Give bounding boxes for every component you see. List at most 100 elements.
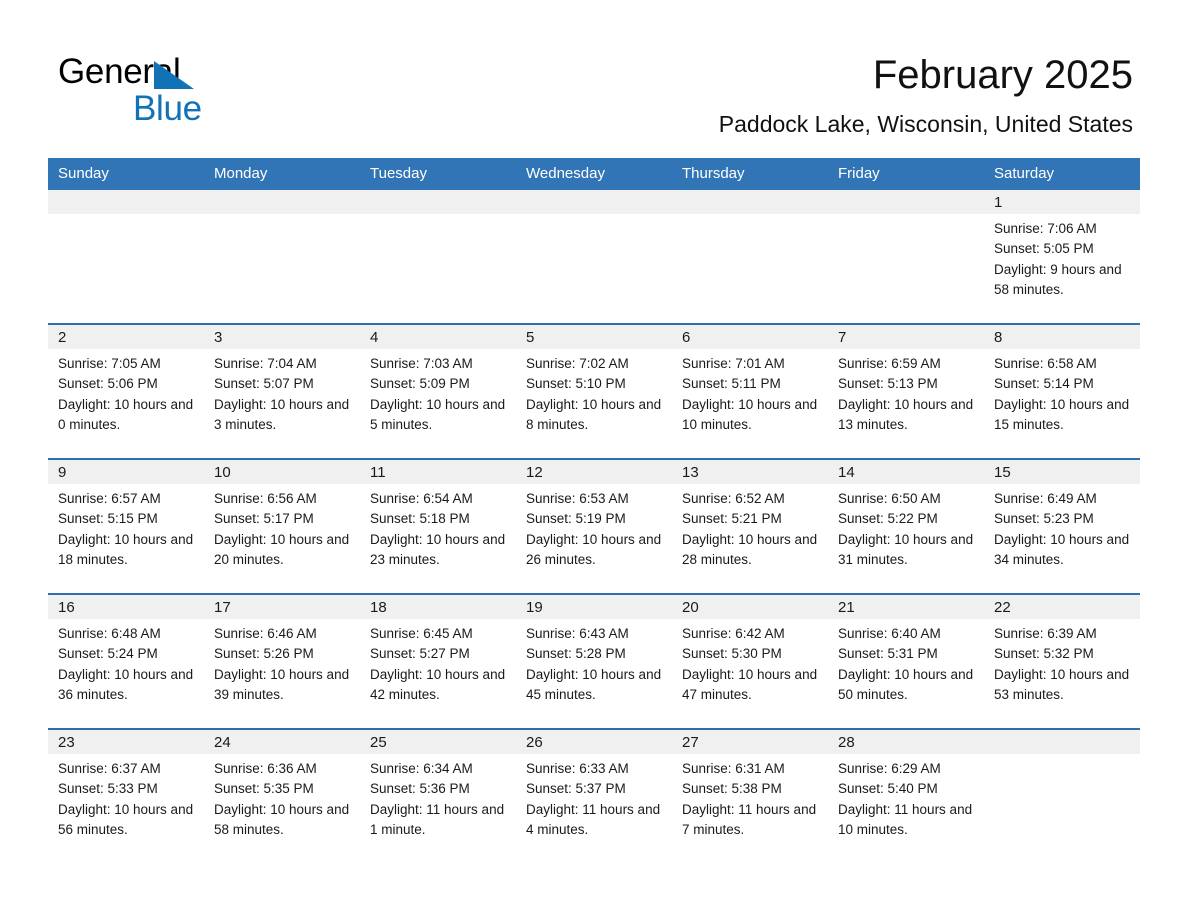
day-cell[interactable] — [48, 190, 204, 324]
calendar-week-row: 23 Sunrise: 6:37 AM Sunset: 5:33 PM Dayligh… — [48, 728, 1140, 863]
daylight-text: Daylight: 10 hours and 50 minutes. — [838, 666, 974, 703]
day-cell[interactable] — [516, 190, 672, 324]
day-cell[interactable]: 20 Sunrise: 6:42 AM Sunset: 5:30 PM Dayligh… — [672, 593, 828, 729]
day-number: 13 — [682, 464, 699, 481]
day-cell[interactable]: 25 Sunrise: 6:34 AM Sunset: 5:36 PM Dayligh… — [360, 728, 516, 863]
day-number: 16 — [58, 599, 75, 616]
sunset-text: Sunset: 5:40 PM — [838, 781, 938, 797]
daylight-text: Daylight: 11 hours and 10 minutes. — [838, 801, 973, 838]
sunset-text: Sunset: 5:38 PM — [682, 781, 782, 797]
sunrise-text: Sunrise: 7:03 AM — [370, 356, 473, 371]
sunset-text: Sunset: 5:30 PM — [682, 646, 782, 662]
sunrise-text: Sunrise: 6:36 AM — [214, 761, 317, 776]
day-cell[interactable]: 15 Sunrise: 6:49 AM Sunset: 5:23 PM Dayligh… — [984, 458, 1140, 594]
sunset-text: Sunset: 5:23 PM — [994, 511, 1094, 527]
day-cell[interactable]: 22 Sunrise: 6:39 AM Sunset: 5:32 PM Dayligh… — [984, 593, 1140, 729]
daylight-text: Daylight: 9 hours and 58 minutes. — [994, 261, 1122, 298]
sunrise-text: Sunrise: 6:40 AM — [838, 626, 941, 641]
day-cell[interactable]: 10 Sunrise: 6:56 AM Sunset: 5:17 PM Dayligh… — [204, 458, 360, 594]
day-number: 6 — [682, 329, 691, 346]
day-cell[interactable]: 17 Sunrise: 6:46 AM Sunset: 5:26 PM Dayligh… — [204, 593, 360, 729]
sunrise-text: Sunrise: 6:59 AM — [838, 356, 941, 371]
sunrise-text: Sunrise: 6:48 AM — [58, 626, 161, 641]
day-number: 12 — [526, 464, 543, 481]
sunset-text: Sunset: 5:31 PM — [838, 646, 938, 662]
weekday-header-friday: Friday — [828, 158, 984, 190]
sunset-text: Sunset: 5:06 PM — [58, 376, 158, 392]
day-number: 24 — [214, 734, 231, 751]
day-cell[interactable] — [672, 190, 828, 324]
day-number: 15 — [994, 464, 1011, 481]
sunset-text: Sunset: 5:14 PM — [994, 376, 1094, 392]
day-cell[interactable]: 12 Sunrise: 6:53 AM Sunset: 5:19 PM Dayligh… — [516, 458, 672, 594]
daylight-text: Daylight: 10 hours and 20 minutes. — [214, 531, 350, 568]
daylight-text: Daylight: 10 hours and 26 minutes. — [526, 531, 662, 568]
weekday-header-saturday: Saturday — [984, 158, 1140, 190]
title-block: February 2025 Paddock Lake, Wisconsin, U… — [719, 50, 1133, 140]
day-number: 7 — [838, 329, 847, 346]
day-cell[interactable]: 14 Sunrise: 6:50 AM Sunset: 5:22 PM Dayligh… — [828, 458, 984, 594]
page-header: General Blue February 2025 Paddock Lake,… — [0, 0, 1188, 158]
day-number: 21 — [838, 599, 855, 616]
day-cell[interactable]: 9 Sunrise: 6:57 AM Sunset: 5:15 PM Daylight… — [48, 458, 204, 594]
day-cell[interactable]: 18 Sunrise: 6:45 AM Sunset: 5:27 PM Dayligh… — [360, 593, 516, 729]
day-cell[interactable]: 28 Sunrise: 6:29 AM Sunset: 5:40 PM Dayligh… — [828, 728, 984, 863]
daylight-text: Daylight: 10 hours and 53 minutes. — [994, 666, 1130, 703]
sunset-text: Sunset: 5:28 PM — [526, 646, 626, 662]
day-number: 22 — [994, 599, 1011, 616]
daylight-text: Daylight: 10 hours and 15 minutes. — [994, 396, 1130, 433]
sunrise-text: Sunrise: 6:39 AM — [994, 626, 1097, 641]
daylight-text: Daylight: 11 hours and 7 minutes. — [682, 801, 817, 838]
calendar-week-row: 16 Sunrise: 6:48 AM Sunset: 5:24 PM Dayligh… — [48, 593, 1140, 729]
sunrise-text: Sunrise: 6:42 AM — [682, 626, 785, 641]
sunset-text: Sunset: 5:07 PM — [214, 376, 314, 392]
day-cell[interactable]: 11 Sunrise: 6:54 AM Sunset: 5:18 PM Dayligh… — [360, 458, 516, 594]
weekday-header-sunday: Sunday — [48, 158, 204, 190]
day-number: 26 — [526, 734, 543, 751]
day-cell[interactable]: 7 Sunrise: 6:59 AM Sunset: 5:13 PM Daylight… — [828, 323, 984, 459]
page-title: February 2025 — [872, 53, 1133, 97]
sunrise-text: Sunrise: 7:06 AM — [994, 221, 1097, 236]
daylight-text: Daylight: 10 hours and 28 minutes. — [682, 531, 818, 568]
daylight-text: Daylight: 10 hours and 34 minutes. — [994, 531, 1130, 568]
day-cell[interactable] — [204, 190, 360, 324]
sunset-text: Sunset: 5:26 PM — [214, 646, 314, 662]
day-cell[interactable]: 23 Sunrise: 6:37 AM Sunset: 5:33 PM Dayligh… — [48, 728, 204, 863]
weekday-header-monday: Monday — [204, 158, 360, 190]
day-cell[interactable]: 16 Sunrise: 6:48 AM Sunset: 5:24 PM Dayligh… — [48, 593, 204, 729]
day-cell[interactable]: 4 Sunrise: 7:03 AM Sunset: 5:09 PM Daylight… — [360, 323, 516, 459]
weekday-header-thursday: Thursday — [672, 158, 828, 190]
day-cell[interactable] — [360, 190, 516, 324]
daylight-text: Daylight: 10 hours and 18 minutes. — [58, 531, 194, 568]
generalblue-logo[interactable]: General Blue — [58, 52, 378, 128]
day-number: 2 — [58, 329, 67, 346]
day-cell[interactable] — [984, 728, 1140, 863]
calendar-body: 1 Sunrise: 7:06 AM Sunset: 5:05 PM Daylight… — [48, 190, 1140, 863]
daylight-text: Daylight: 10 hours and 45 minutes. — [526, 666, 662, 703]
day-cell[interactable]: 6 Sunrise: 7:01 AM Sunset: 5:11 PM Daylight… — [672, 323, 828, 459]
day-cell[interactable]: 24 Sunrise: 6:36 AM Sunset: 5:35 PM Dayligh… — [204, 728, 360, 863]
calendar-week-row: 1 Sunrise: 7:06 AM Sunset: 5:05 PM Daylight… — [48, 190, 1140, 324]
daylight-text: Daylight: 10 hours and 47 minutes. — [682, 666, 818, 703]
sunset-text: Sunset: 5:18 PM — [370, 511, 470, 527]
day-cell[interactable] — [828, 190, 984, 324]
daylight-text: Daylight: 10 hours and 42 minutes. — [370, 666, 506, 703]
daylight-text: Daylight: 10 hours and 31 minutes. — [838, 531, 974, 568]
sunrise-text: Sunrise: 6:57 AM — [58, 491, 161, 506]
day-cell[interactable]: 21 Sunrise: 6:40 AM Sunset: 5:31 PM Dayligh… — [828, 593, 984, 729]
day-cell[interactable]: 5 Sunrise: 7:02 AM Sunset: 5:10 PM Daylight… — [516, 323, 672, 459]
daylight-text: Daylight: 10 hours and 23 minutes. — [370, 531, 506, 568]
day-cell[interactable]: 2 Sunrise: 7:05 AM Sunset: 5:06 PM Daylight… — [48, 323, 204, 459]
daylight-text: Daylight: 10 hours and 10 minutes. — [682, 396, 818, 433]
day-cell[interactable]: 19 Sunrise: 6:43 AM Sunset: 5:28 PM Dayligh… — [516, 593, 672, 729]
day-number: 17 — [214, 599, 231, 616]
day-cell[interactable]: 27 Sunrise: 6:31 AM Sunset: 5:38 PM Dayligh… — [672, 728, 828, 863]
weekday-header-row: Sunday Monday Tuesday Wednesday Thursday… — [48, 158, 1140, 190]
day-cell[interactable]: 13 Sunrise: 6:52 AM Sunset: 5:21 PM Dayligh… — [672, 458, 828, 594]
day-cell[interactable]: 26 Sunrise: 6:33 AM Sunset: 5:37 PM Dayligh… — [516, 728, 672, 863]
day-cell[interactable]: 1 Sunrise: 7:06 AM Sunset: 5:05 PM Daylight… — [984, 190, 1140, 324]
sunrise-text: Sunrise: 6:49 AM — [994, 491, 1097, 506]
day-cell[interactable]: 3 Sunrise: 7:04 AM Sunset: 5:07 PM Daylight… — [204, 323, 360, 459]
sunrise-text: Sunrise: 6:45 AM — [370, 626, 473, 641]
day-cell[interactable]: 8 Sunrise: 6:58 AM Sunset: 5:14 PM Daylight… — [984, 323, 1140, 459]
